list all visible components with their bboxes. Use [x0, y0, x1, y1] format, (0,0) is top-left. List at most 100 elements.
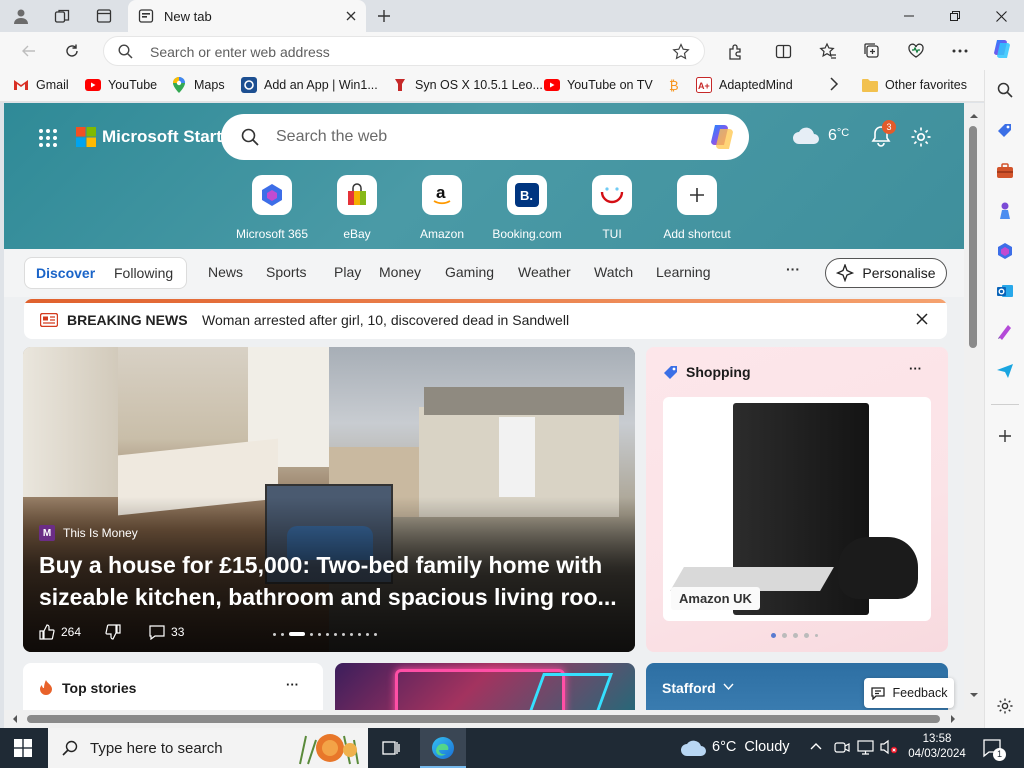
drop-send-icon[interactable]	[993, 359, 1017, 383]
quicklink-tui[interactable]: TUI	[567, 175, 657, 241]
sidebar-settings-icon[interactable]	[993, 694, 1017, 718]
personalise-button[interactable]: Personalise	[825, 258, 947, 288]
page-settings-icon[interactable]	[910, 126, 932, 148]
horizontal-scrollbar[interactable]	[4, 710, 984, 728]
story-image-neon[interactable]	[335, 663, 635, 710]
quicklink-amazon[interactable]: a Amazon	[397, 175, 487, 241]
task-view-icon[interactable]	[382, 739, 400, 757]
tab-following[interactable]: Following	[114, 265, 173, 281]
scroll-left-arrow-icon[interactable]	[8, 710, 22, 728]
breaking-news-banner[interactable]: BREAKING NEWS Woman arrested after girl,…	[24, 299, 947, 339]
outlook-icon[interactable]	[993, 279, 1017, 303]
designer-icon[interactable]	[993, 319, 1017, 343]
tab-new-tab[interactable]: New tab	[128, 0, 366, 32]
refresh-button[interactable]	[59, 39, 85, 63]
favorite-other-favorites[interactable]: Other favorites	[862, 77, 967, 93]
browser-essentials-icon[interactable]	[903, 39, 929, 63]
nav-news[interactable]: News	[208, 264, 243, 280]
copilot-search-icon[interactable]	[707, 123, 737, 151]
close-window-button[interactable]	[978, 0, 1024, 32]
volume-muted-icon[interactable]	[880, 739, 898, 755]
nav-sports[interactable]: Sports	[266, 264, 306, 280]
back-button[interactable]	[16, 39, 42, 63]
top-stories-card[interactable]: Top stories ···	[23, 663, 323, 710]
quicklink-add-shortcut[interactable]: Add shortcut	[652, 175, 742, 241]
vertical-scroll-thumb[interactable]	[969, 126, 977, 348]
nav-learning[interactable]: Learning	[656, 264, 711, 280]
taskbar-search-box[interactable]: Type here to search	[48, 728, 368, 768]
nav-money[interactable]: Money	[379, 264, 421, 280]
nav-play[interactable]: Play	[334, 264, 361, 280]
weather-widget[interactable]: 6 °C	[792, 127, 849, 145]
chevron-down-icon[interactable]	[723, 683, 734, 691]
top-stories-more-button[interactable]: ···	[286, 677, 299, 692]
comment-icon[interactable]	[149, 624, 165, 640]
product-image-xbox[interactable]: Amazon UK	[663, 397, 931, 621]
story-headline[interactable]: Buy a house for £15,000: Two-bed family …	[39, 549, 619, 613]
copilot-icon[interactable]	[989, 37, 1015, 61]
shopping-card[interactable]: Shopping ··· Amazon UK	[646, 347, 948, 652]
extensions-icon[interactable]	[722, 39, 748, 63]
web-search-box[interactable]: Search the web	[221, 114, 749, 160]
nav-more-button[interactable]: ···	[786, 261, 800, 277]
vertical-scrollbar[interactable]	[964, 103, 984, 710]
settings-menu-icon[interactable]	[947, 39, 973, 63]
close-tab-icon[interactable]	[346, 11, 356, 21]
nav-gaming[interactable]: Gaming	[445, 264, 494, 280]
story-source[interactable]: M This Is Money	[39, 525, 138, 541]
favorites-icon[interactable]	[815, 39, 841, 63]
microsoft-start-logo[interactable]: Microsoft Start	[76, 127, 222, 147]
workspaces-icon[interactable]	[49, 4, 75, 28]
favorite-maps[interactable]: Maps	[171, 77, 225, 93]
address-bar[interactable]: Search or enter web address	[103, 36, 705, 66]
feedback-button[interactable]: Feedback	[864, 678, 954, 708]
microsoft365-icon[interactable]	[993, 239, 1017, 263]
scroll-up-arrow-icon[interactable]	[964, 109, 984, 123]
add-sidebar-app-icon[interactable]	[993, 424, 1017, 448]
action-center-icon[interactable]: 1	[982, 738, 1006, 761]
meet-now-icon[interactable]	[834, 739, 850, 755]
favorite-star-icon[interactable]	[672, 43, 690, 61]
profile-icon[interactable]	[8, 4, 34, 28]
quicklink-booking[interactable]: B. Booking.com	[482, 175, 572, 241]
split-screen-icon[interactable]	[770, 39, 796, 63]
like-icon[interactable]	[39, 624, 55, 640]
tab-actions-icon[interactable]	[91, 4, 117, 28]
restore-button[interactable]	[932, 0, 978, 32]
nav-watch[interactable]: Watch	[594, 264, 633, 280]
horizontal-scroll-thumb[interactable]	[27, 715, 940, 723]
main-story-card[interactable]: M This Is Money Buy a house for £15,000:…	[23, 347, 635, 652]
minimize-button[interactable]	[886, 0, 932, 32]
dislike-icon[interactable]	[105, 624, 121, 640]
tab-discover[interactable]: Discover	[36, 265, 95, 281]
favorite-youtube[interactable]: YouTube	[85, 77, 157, 93]
taskbar-edge-app[interactable]	[420, 728, 466, 768]
favorite-adaptedmind[interactable]: A+ AdaptedMind	[696, 77, 793, 93]
close-breaking-icon[interactable]	[916, 313, 928, 325]
favorite-gmail[interactable]: Gmail	[13, 77, 69, 93]
scroll-right-arrow-icon[interactable]	[946, 710, 960, 728]
quicklink-microsoft-365[interactable]: Microsoft 365	[227, 175, 317, 241]
taskbar-clock[interactable]: 13:58 04/03/2024	[908, 732, 966, 762]
app-launcher-icon[interactable]	[38, 128, 58, 148]
breaking-headline[interactable]: Woman arrested after girl, 10, discovere…	[202, 312, 569, 328]
new-tab-button[interactable]	[371, 4, 397, 28]
favorite-add-an-app[interactable]: Add an App | Win1...	[241, 77, 378, 93]
favorite-youtube-tv[interactable]: YouTube on TV	[544, 77, 653, 93]
windows-start-icon[interactable]	[14, 739, 32, 757]
tools-icon[interactable]	[993, 159, 1017, 183]
collections-icon[interactable]	[859, 39, 885, 63]
nav-weather[interactable]: Weather	[518, 264, 571, 280]
notifications-bell-icon[interactable]: 3	[870, 120, 896, 147]
shopping-more-button[interactable]: ···	[909, 361, 922, 376]
quicklink-ebay[interactable]: eBay	[312, 175, 402, 241]
games-icon[interactable]	[993, 199, 1017, 223]
show-hidden-icons-chevron-icon[interactable]	[810, 741, 822, 751]
scroll-down-arrow-icon[interactable]	[964, 688, 984, 702]
shopping-tag-icon[interactable]	[993, 119, 1017, 143]
carousel-dots[interactable]	[273, 632, 377, 636]
favorite-syn-os[interactable]: Syn OS X 10.5.1 Leo...	[392, 77, 543, 93]
more-favorites-chevron-icon[interactable]	[829, 77, 839, 91]
favorite-bitcoin[interactable]: ₿	[666, 77, 689, 93]
shopping-carousel-dots[interactable]	[771, 633, 818, 638]
